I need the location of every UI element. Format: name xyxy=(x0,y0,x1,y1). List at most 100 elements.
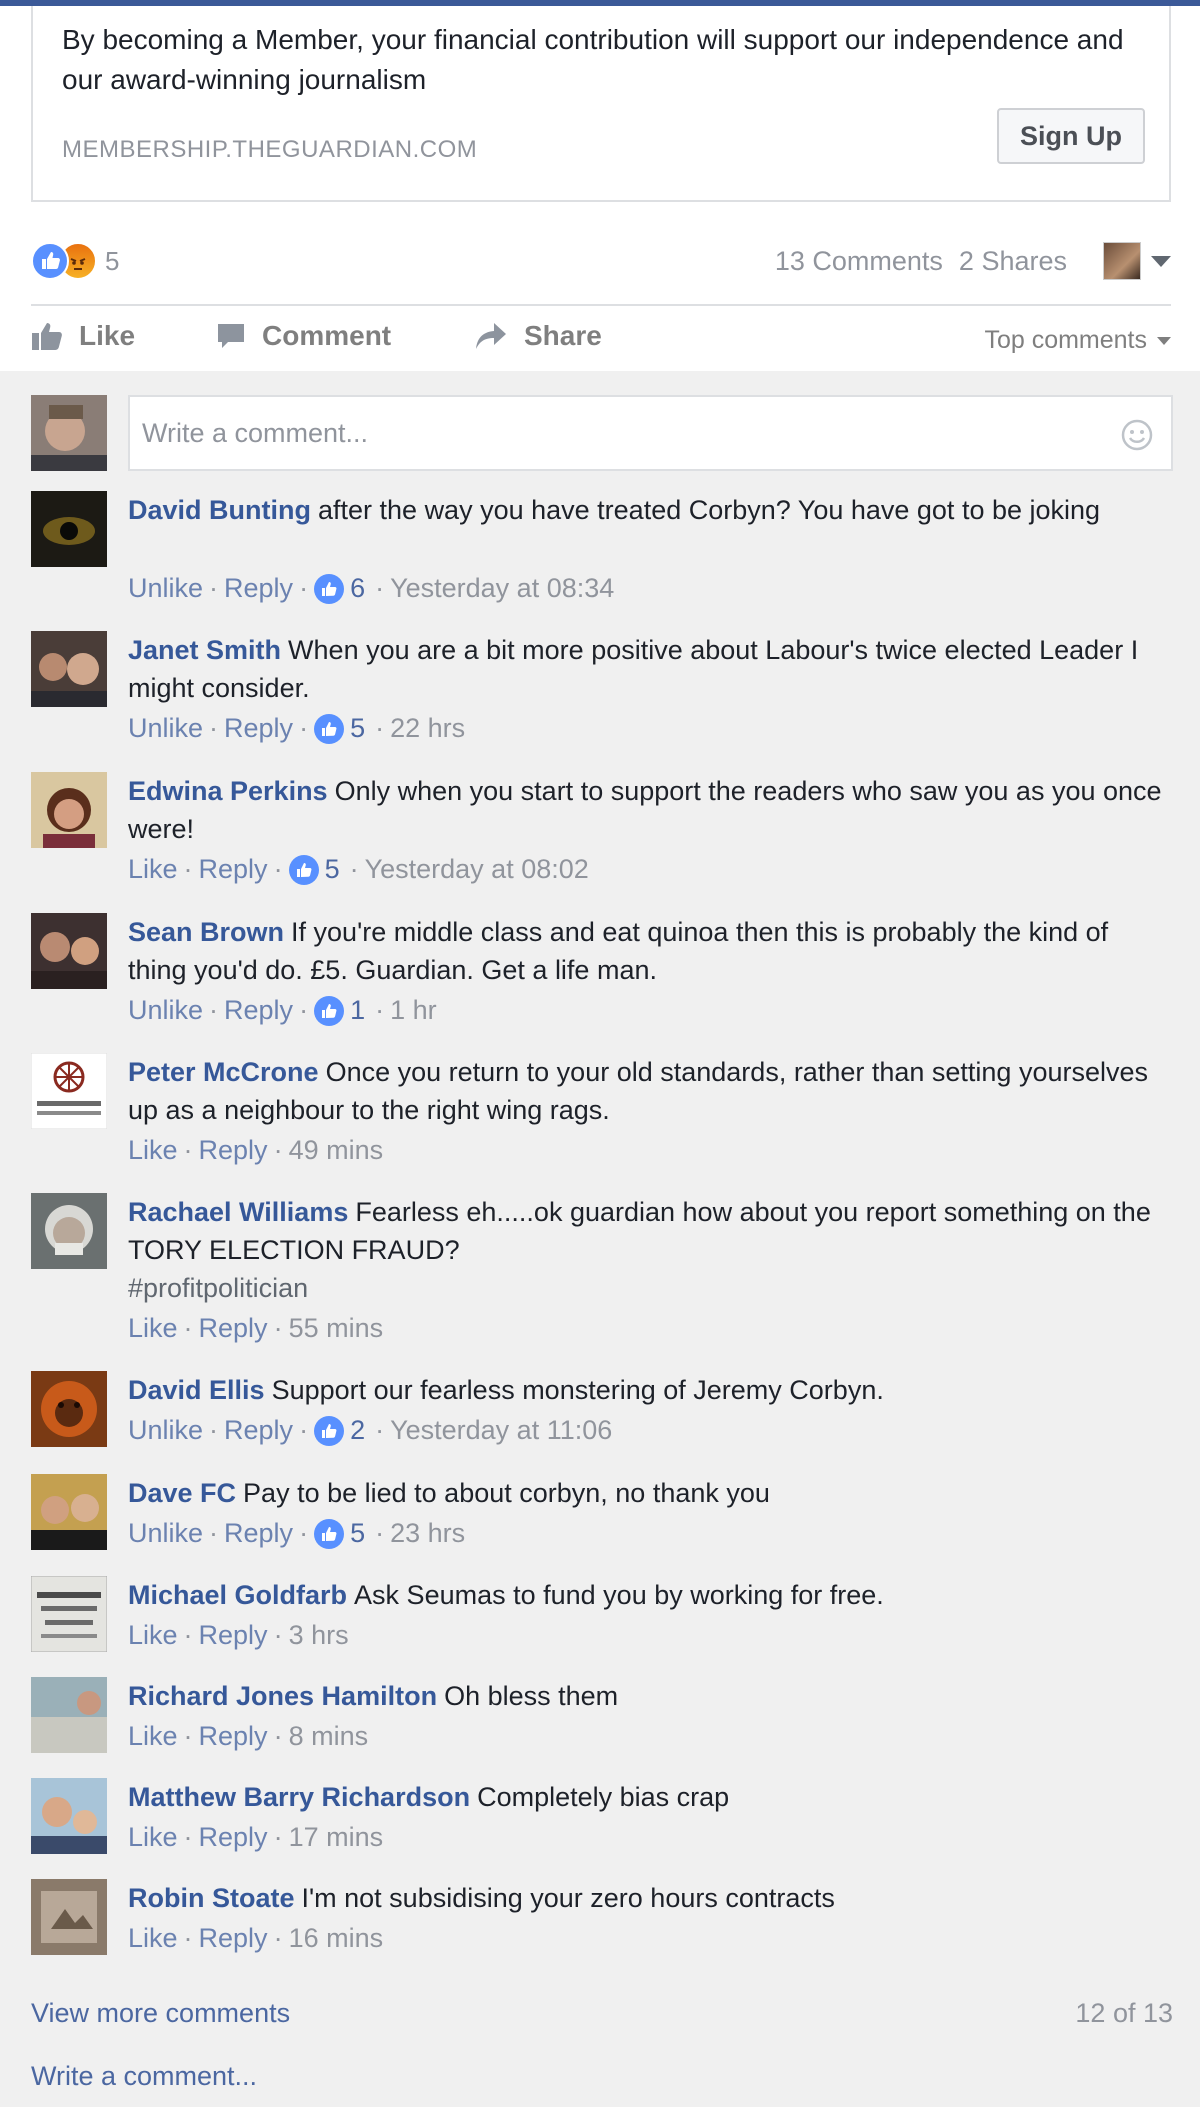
comment-text: Matthew Barry Richardson Completely bias … xyxy=(128,1778,1173,1816)
reply-link[interactable]: Reply xyxy=(199,1620,268,1651)
commenter-avatar[interactable] xyxy=(31,1879,107,1955)
comment-author[interactable]: Michael Goldfarb xyxy=(128,1580,347,1610)
reply-link[interactable]: Reply xyxy=(199,1721,268,1752)
comment-sort-dropdown[interactable]: Top comments xyxy=(984,326,1171,355)
comment-author[interactable]: Robin Stoate xyxy=(128,1883,295,1913)
like-count[interactable]: 5 xyxy=(350,1518,365,1549)
like-link[interactable]: Like xyxy=(128,1620,178,1651)
comment-timestamp[interactable]: 16 mins xyxy=(289,1923,384,1954)
comment-timestamp[interactable]: Yesterday at 08:34 xyxy=(390,573,614,604)
commenter-avatar[interactable] xyxy=(31,772,107,848)
reply-link[interactable]: Reply xyxy=(199,1822,268,1853)
comment-text: Richard Jones Hamilton Oh bless them xyxy=(128,1677,1173,1715)
reply-link[interactable]: Reply xyxy=(224,1415,293,1446)
comment-timestamp[interactable]: 1 hr xyxy=(390,995,437,1026)
viewer-avatar[interactable] xyxy=(1103,242,1141,280)
reply-link[interactable]: Reply xyxy=(199,1135,268,1166)
comment-icon xyxy=(218,324,244,348)
view-more-comments-link[interactable]: View more comments xyxy=(31,1998,290,2029)
like-link[interactable]: Like xyxy=(128,1822,178,1853)
comment-meta: Like · Reply · 55 mins xyxy=(128,1313,384,1344)
sign-up-button[interactable]: Sign Up xyxy=(997,108,1145,164)
comments-count-link[interactable]: 13 Comments xyxy=(775,246,943,277)
comment-meta: Unlike · Reply · 6 · Yesterday at 08:34 xyxy=(128,573,615,604)
like-count[interactable]: 2 xyxy=(350,1415,365,1446)
like-count[interactable]: 1 xyxy=(350,995,365,1026)
like-link[interactable]: Like xyxy=(128,1721,178,1752)
like-count[interactable]: 6 xyxy=(350,573,365,604)
commenter-avatar[interactable] xyxy=(31,1778,107,1854)
commenter-avatar[interactable] xyxy=(31,1193,107,1269)
reply-link[interactable]: Reply xyxy=(224,1518,293,1549)
comment-timestamp[interactable]: 3 hrs xyxy=(289,1620,349,1651)
comment-author[interactable]: Peter McCrone xyxy=(128,1057,319,1087)
smiley-icon[interactable] xyxy=(1121,419,1153,451)
comment-timestamp[interactable]: 8 mins xyxy=(289,1721,369,1752)
comment-author[interactable]: Dave FC xyxy=(128,1478,236,1508)
comment-author[interactable]: David Bunting xyxy=(128,495,311,525)
reactions-summary[interactable]: 5 xyxy=(31,242,119,280)
comment-author[interactable]: Rachael Williams xyxy=(128,1197,348,1227)
like-count[interactable]: 5 xyxy=(325,854,340,885)
share-button[interactable]: Share xyxy=(474,320,602,352)
like-link[interactable]: Like xyxy=(128,854,178,885)
like-link[interactable]: Like xyxy=(128,1923,178,1954)
like-button[interactable]: Like xyxy=(31,320,135,352)
comment-timestamp[interactable]: Yesterday at 11:06 xyxy=(390,1415,612,1446)
reply-link[interactable]: Reply xyxy=(199,854,268,885)
comment-input[interactable] xyxy=(128,395,1173,471)
like-link[interactable]: Like xyxy=(128,1313,178,1344)
comment-author[interactable]: Edwina Perkins xyxy=(128,776,328,806)
like-link[interactable]: Like xyxy=(128,1135,178,1166)
commenter-avatar[interactable] xyxy=(31,1371,107,1447)
commenter-avatar[interactable] xyxy=(31,631,107,707)
reply-link[interactable]: Reply xyxy=(199,1923,268,1954)
comment-author[interactable]: Sean Brown xyxy=(128,917,284,947)
like-count[interactable]: 5 xyxy=(350,713,365,744)
shares-count-link[interactable]: 2 Shares xyxy=(959,246,1067,277)
comment-message: Pay to be lied to about corbyn, no thank… xyxy=(243,1478,770,1508)
comment-hashtag[interactable]: #profitpolitician xyxy=(128,1273,308,1303)
comment-author[interactable]: Matthew Barry Richardson xyxy=(128,1782,470,1812)
comment-author[interactable]: David Ellis xyxy=(128,1375,265,1405)
comment-timestamp[interactable]: 17 mins xyxy=(289,1822,384,1853)
comment-message: after the way you have treated Corbyn? Y… xyxy=(318,495,1101,525)
unlike-link[interactable]: Unlike xyxy=(128,573,203,604)
comment-composer xyxy=(31,395,1173,473)
like-reaction-icon xyxy=(31,242,69,280)
current-user-avatar[interactable] xyxy=(31,395,107,471)
comment-text: David Ellis Support our fearless monsteri… xyxy=(128,1371,1173,1409)
comment-timestamp[interactable]: 23 hrs xyxy=(390,1518,465,1549)
comment-author[interactable]: Janet Smith xyxy=(128,635,281,665)
commenter-avatar[interactable] xyxy=(31,491,107,567)
unlike-link[interactable]: Unlike xyxy=(128,1518,203,1549)
unlike-link[interactable]: Unlike xyxy=(128,713,203,744)
comment-timestamp[interactable]: Yesterday at 08:02 xyxy=(365,854,589,885)
commenter-avatar[interactable] xyxy=(31,1053,107,1129)
comment-text: Peter McCrone Once you return to your old… xyxy=(128,1053,1173,1129)
unlike-link[interactable]: Unlike xyxy=(128,995,203,1026)
comment-message: Support our fearless monstering of Jerem… xyxy=(271,1375,884,1405)
comment-timestamp[interactable]: 22 hrs xyxy=(390,713,465,744)
comment-message: Completely bias crap xyxy=(477,1782,730,1812)
reply-link[interactable]: Reply xyxy=(199,1313,268,1344)
comment-timestamp[interactable]: 49 mins xyxy=(289,1135,384,1166)
like-count-icon xyxy=(314,995,345,1026)
chevron-down-icon[interactable] xyxy=(1151,255,1171,267)
comment-timestamp[interactable]: 55 mins xyxy=(289,1313,384,1344)
post-actions: Like Comment Share Top comments xyxy=(31,312,1171,370)
write-comment-link[interactable]: Write a comment... xyxy=(31,2061,257,2092)
reply-link[interactable]: Reply xyxy=(224,713,293,744)
link-preview-card[interactable]: By becoming a Member, your financial con… xyxy=(31,6,1171,202)
comment-text: Michael Goldfarb Ask Seumas to fund you b… xyxy=(128,1576,1173,1614)
commenter-avatar[interactable] xyxy=(31,1474,107,1550)
comment-author[interactable]: Richard Jones Hamilton xyxy=(128,1681,437,1711)
commenter-avatar[interactable] xyxy=(31,913,107,989)
comment-button[interactable]: Comment xyxy=(216,320,391,352)
reply-link[interactable]: Reply xyxy=(224,573,293,604)
commenter-avatar[interactable] xyxy=(31,1576,107,1652)
comment-meta: Like · Reply · 17 mins xyxy=(128,1822,384,1853)
reply-link[interactable]: Reply xyxy=(224,995,293,1026)
commenter-avatar[interactable] xyxy=(31,1677,107,1753)
unlike-link[interactable]: Unlike xyxy=(128,1415,203,1446)
